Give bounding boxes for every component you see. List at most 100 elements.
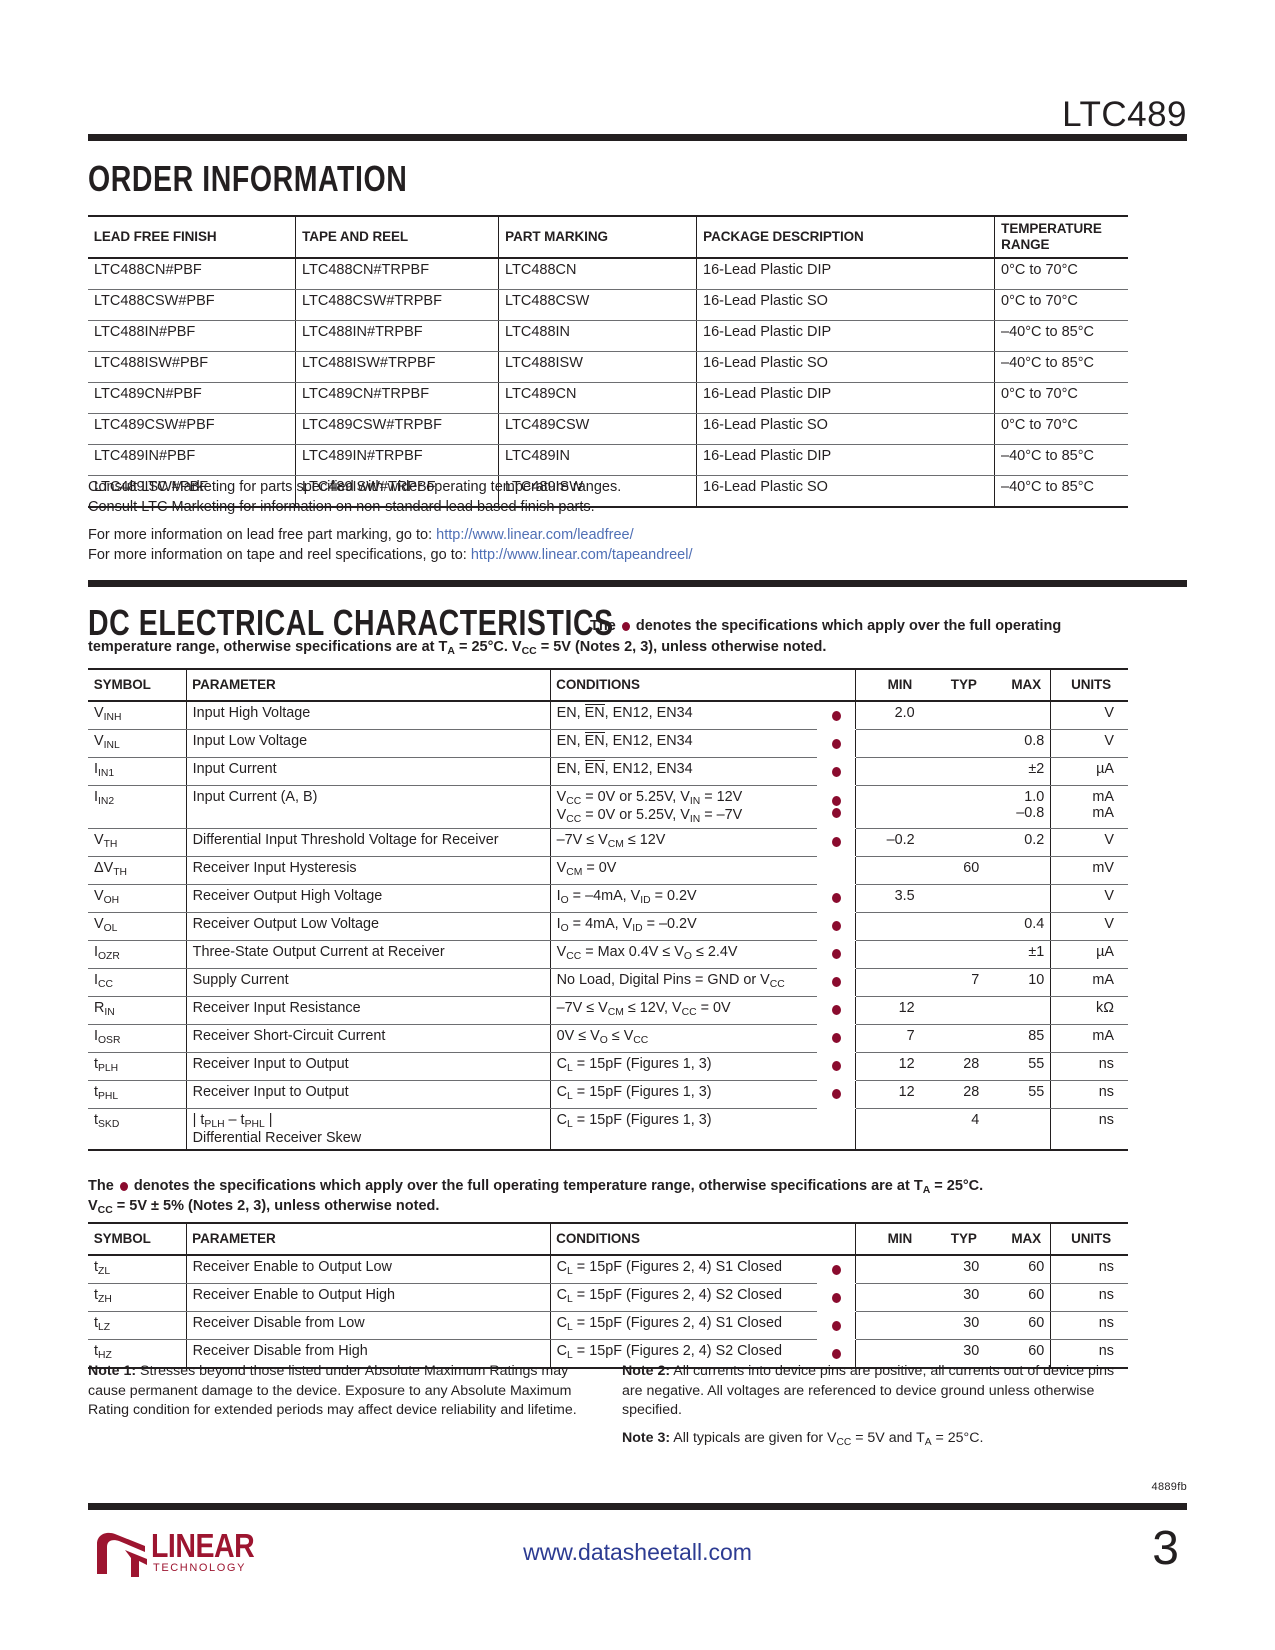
cell-units: ns [1050,1255,1128,1284]
table-row: tZL Receiver Enable to Output Low CL = 15p… [88,1255,1128,1284]
table-cell: LTC488CN#TRPBF [295,258,499,290]
col-symbol: SYMBOL [88,668,182,702]
subscript: L [567,1090,573,1102]
table-cell: 16-Lead Plastic DIP [696,320,995,352]
table-row: VINH Input High Voltage EN, EN, EN12, EN34… [88,701,1128,730]
cell-parameter: Input Low Voltage [185,729,551,758]
cell-max: 60 [985,1283,1051,1312]
col-typ: TYP [920,668,983,702]
cell-conditions: IO = –4mA, VID = 0.2V [549,884,818,913]
cell-max [985,1108,1051,1151]
cell-min [855,968,921,997]
leadfree-link[interactable]: http://www.linear.com/leadfree/ [436,527,633,543]
table-row: VTH Differential Input Threshold Voltage … [88,828,1128,857]
col-conditions: CONDITIONS [549,668,805,702]
subscript: O [560,894,569,906]
table-cell: –40°C to 85°C [994,320,1128,352]
cell-typ: 30 [920,1283,986,1312]
table-row: tLZ Receiver Disable from Low CL = 15pF (F… [88,1311,1128,1340]
cell-conditions: EN, EN, EN12, EN34 [549,701,818,730]
cell-units: V [1050,701,1128,730]
cell-parameter: Receiver Input Resistance [185,996,551,1025]
subscript: OH [103,894,120,906]
leadfree-link-prefix: For more information on lead free part m… [88,527,437,543]
parameter-line: Differential Receiver Skew [192,1129,362,1146]
cell-conditions: IO = 4mA, VID = –0.2V [549,912,818,941]
table-cell: 16-Lead Plastic SO [696,413,995,445]
cell-min [855,1283,921,1312]
bullet-dot-icon [831,1292,841,1303]
cell-full-temp-bullet [817,758,855,786]
cell-symbol: tZL [88,1255,187,1284]
bullet-dot-icon [831,710,841,721]
cell-max [985,884,1051,913]
cell-conditions: VCM = 0V [549,856,818,885]
cell-symbol: IOSR [88,1024,187,1053]
cell-full-temp-bullet [817,1108,856,1151]
cell-typ [920,828,986,857]
tapereel-link[interactable]: http://www.linear.com/tapeandreel/ [471,547,693,563]
cell-symbol: RIN [88,996,187,1025]
bullet-dot-icon [831,1033,841,1044]
section-divider-rule [88,580,1187,587]
subscript: LZ [98,1321,111,1333]
col-min: MIN [855,668,918,702]
cell-parameter: Input Current [185,757,551,786]
subscript: CC [633,1034,649,1046]
bullet-dot-icon [831,1348,841,1359]
cell-parameter: Receiver Output Low Voltage [185,912,551,941]
cell-typ: 28 [920,1052,986,1081]
ac-subhead2-a: V [88,1198,98,1214]
table-cell: 16-Lead Plastic SO [696,289,995,321]
cell-conditions: 0V ≤ VO ≤ VCC [549,1024,818,1053]
cell-units: V [1050,912,1128,941]
table-cell: LTC488CSW#PBF [88,289,296,321]
subscript: L [567,1118,573,1130]
cell-symbol: VINH [88,701,187,730]
dc-characteristics-table: SYMBOL PARAMETER CONDITIONS MIN TYP MAX … [88,668,1128,1151]
cell-full-temp-bullet [817,1080,855,1108]
table-cell: LTC489CSW [498,413,697,445]
cell-symbol: tSKD [88,1108,187,1151]
table-row: IIN1 Input Current EN, EN, EN12, EN34 ±2 µA [88,757,1128,786]
cell-full-temp-bullet [817,730,855,758]
bullet-dot-icon [831,837,841,848]
ac-subhead-b: denotes the specifications which apply o… [129,1178,923,1194]
subscript: L [567,1349,573,1361]
table-cell: 16-Lead Plastic DIP [696,382,995,414]
bullet-dot-icon [831,1264,841,1275]
subscript: CC [681,1006,697,1018]
cell-max: 55 [985,1080,1051,1109]
table-cell: LTC488CSW#TRPBF [295,289,499,321]
footer-url[interactable]: www.datasheetall.com [0,1539,1275,1566]
cell-units: V [1050,884,1128,913]
table-row: tPHL Receiver Input to Output CL = 15pF (F… [88,1080,1128,1109]
condition-line: 0V ≤ VO ≤ VCC [556,1027,649,1046]
cell-min: –0.2 [855,828,921,857]
cell-full-temp-bullet [817,996,855,1024]
table-row: ICC Supply Current No Load, Digital Pins =… [88,968,1128,997]
consult-note-1: Consult LTC Marketing for parts specifie… [88,479,622,495]
table-cell: 16-Lead Plastic DIP [696,444,995,476]
cell-conditions: CL = 15pF (Figures 1, 3) [549,1052,818,1081]
ac-subhead2-sub: CC [97,1204,113,1216]
dc-subhead-suffix: denotes the specifications which apply o… [631,618,1062,634]
cell-symbol: IOZR [88,940,187,969]
footer-rule [88,1503,1187,1510]
cell-parameter: | tPLH – tPHL | Differential Receiver Ske… [185,1108,551,1151]
subscript: CC [566,795,582,807]
cell-typ: 28 [920,1080,986,1109]
col-typ: TYP [920,1222,983,1256]
subscript: PHL [98,1090,119,1102]
cell-max: 0.8 [985,729,1051,758]
cell-full-temp-bullet [817,1284,855,1312]
note-3-text-c: = 25°C. [931,1429,984,1446]
dc-subhead-prefix: The [590,618,620,634]
col-max: MAX [985,668,1048,702]
cell-full-temp-bullet [817,786,855,829]
col-parameter: PARAMETER [185,668,532,702]
header-rule [88,134,1187,141]
subscript: IN [104,1006,115,1018]
condition-line: CL = 15pF (Figures 1, 3) [556,1055,712,1074]
cell-typ: 4 [920,1108,986,1151]
